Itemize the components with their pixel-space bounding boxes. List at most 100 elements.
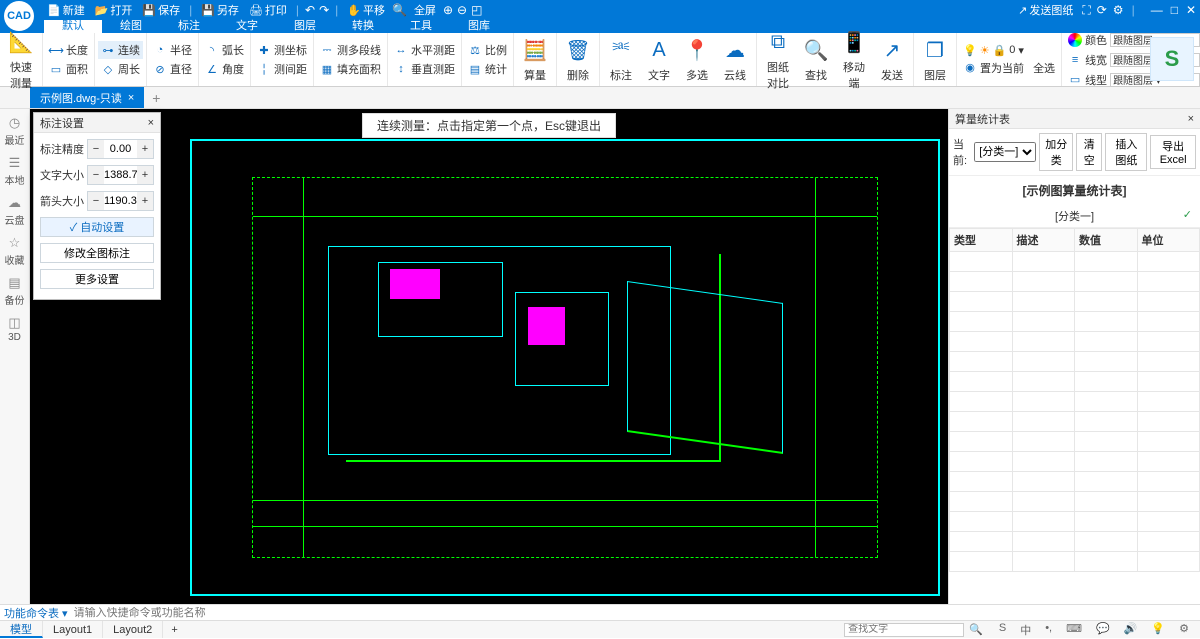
tab-convert[interactable]: 转换 bbox=[334, 20, 392, 33]
panel-close[interactable]: × bbox=[148, 117, 154, 129]
zoom-icon[interactable]: 🔍 bbox=[392, 3, 407, 17]
layout-tab-1[interactable]: Layout1 bbox=[43, 621, 103, 638]
send-drawing-button[interactable]: ↗发送图纸 bbox=[1015, 2, 1076, 18]
radius-button[interactable]: ◔半径 bbox=[150, 41, 195, 59]
status-icon-bulb[interactable]: 💡 bbox=[1146, 622, 1170, 638]
insert-drawing-button[interactable]: 插入图纸 bbox=[1105, 133, 1147, 171]
table-row[interactable] bbox=[950, 352, 1200, 372]
status-icon-1[interactable]: S bbox=[994, 622, 1011, 638]
increase-button[interactable]: + bbox=[137, 166, 153, 184]
refresh-icon[interactable]: ⟳ bbox=[1097, 3, 1107, 17]
summary-button[interactable]: ▤统计 bbox=[465, 60, 510, 78]
canvas[interactable]: 标注设置× 标注精度 −+ 文字大小 −+ 箭头大小 −+ ✓ 自动设置 修改全… bbox=[30, 109, 948, 604]
auto-set-button[interactable]: ✓ 自动设置 bbox=[40, 217, 154, 237]
multi-button[interactable]: 📍多选 bbox=[679, 37, 715, 83]
sidebar-3d[interactable]: ◫3D bbox=[8, 315, 21, 343]
table-row[interactable] bbox=[950, 492, 1200, 512]
close-button[interactable]: ✕ bbox=[1186, 3, 1196, 17]
tab-tools[interactable]: 工具 bbox=[392, 20, 450, 33]
increase-button[interactable]: + bbox=[137, 140, 153, 158]
stats-category-row[interactable]: [分类一]✓ bbox=[949, 205, 1200, 228]
file-tab[interactable]: 示例图.dwg-只读 × bbox=[30, 87, 144, 108]
pan-button[interactable]: ✋平移 bbox=[344, 2, 388, 18]
drawing-viewport[interactable] bbox=[190, 139, 940, 596]
layer-state-row[interactable]: 💡☀🔒0▾ bbox=[960, 43, 1058, 58]
tab-gallery[interactable]: 图库 bbox=[450, 20, 508, 33]
maximize-button[interactable]: □ bbox=[1171, 3, 1178, 17]
zoomout-icon[interactable]: ⊖ bbox=[457, 3, 467, 17]
perimeter-button[interactable]: ◇周长 bbox=[98, 60, 143, 78]
find-go-button[interactable]: 🔍 bbox=[964, 623, 988, 636]
edit-all-button[interactable]: 修改全图标注 bbox=[40, 243, 154, 263]
table-row[interactable] bbox=[950, 292, 1200, 312]
status-icon-zh[interactable]: 中 bbox=[1015, 622, 1036, 638]
polyline-button[interactable]: ⎓测多段线 bbox=[317, 41, 384, 59]
table-row[interactable] bbox=[950, 472, 1200, 492]
send-ribbon-button[interactable]: ↗发送 bbox=[874, 29, 910, 91]
decrease-button[interactable]: − bbox=[88, 140, 104, 158]
file-tab-close[interactable]: × bbox=[128, 92, 134, 104]
textsize-input[interactable]: −+ bbox=[87, 165, 154, 185]
minimize-button[interactable]: — bbox=[1151, 3, 1163, 17]
add-category-button[interactable]: 加分类 bbox=[1039, 133, 1073, 171]
continuous-button[interactable]: ⊶连续 bbox=[98, 41, 143, 59]
table-row[interactable] bbox=[950, 452, 1200, 472]
layer-button[interactable]: ❐图层 bbox=[917, 37, 953, 83]
increase-button[interactable]: + bbox=[137, 192, 153, 210]
cloud-button[interactable]: ☁云线 bbox=[717, 37, 753, 83]
expand-icon[interactable]: ⛶ bbox=[1082, 3, 1090, 18]
gap-button[interactable]: ╎测间距 bbox=[254, 60, 310, 78]
open-button[interactable]: 📂打开 bbox=[92, 2, 136, 18]
sidebar-recent[interactable]: ◷最近 bbox=[5, 115, 25, 147]
arrowsize-input[interactable]: −+ bbox=[87, 191, 154, 211]
table-row[interactable] bbox=[950, 412, 1200, 432]
tab-default[interactable]: 默认 bbox=[44, 20, 102, 33]
table-row[interactable] bbox=[950, 252, 1200, 272]
sidebar-cloud[interactable]: ☁云盘 bbox=[5, 195, 25, 227]
command-menu-button[interactable]: 功能命令表 ▾ bbox=[4, 605, 68, 621]
length-button[interactable]: ⟷长度 bbox=[46, 41, 91, 59]
add-layout-button[interactable]: + bbox=[163, 624, 185, 636]
tab-annotate[interactable]: 标注 bbox=[160, 20, 218, 33]
more-settings-button[interactable]: 更多设置 bbox=[40, 269, 154, 289]
saveas-button[interactable]: 💾另存 bbox=[198, 2, 242, 18]
diameter-button[interactable]: ⊘直径 bbox=[150, 60, 195, 78]
stats-panel-close[interactable]: × bbox=[1188, 113, 1194, 125]
compare-button[interactable]: ⧉图纸对比 bbox=[760, 29, 796, 91]
category-select[interactable]: [分类一] bbox=[974, 142, 1036, 162]
table-row[interactable] bbox=[950, 512, 1200, 532]
precision-input[interactable]: −+ bbox=[87, 139, 154, 159]
table-row[interactable] bbox=[950, 372, 1200, 392]
settings-icon[interactable]: ⚙ bbox=[1113, 3, 1124, 17]
tab-draw[interactable]: 绘图 bbox=[102, 20, 160, 33]
horiz-dist-button[interactable]: ↔水平测距 bbox=[391, 41, 458, 59]
vert-dist-button[interactable]: ↕垂直测距 bbox=[391, 60, 458, 78]
export-excel-button[interactable]: 导出Excel bbox=[1150, 135, 1196, 169]
layout-tab-model[interactable]: 模型 bbox=[0, 621, 43, 638]
table-row[interactable] bbox=[950, 312, 1200, 332]
delete-button[interactable]: 🗑删除 bbox=[560, 37, 596, 83]
coord-button[interactable]: ✚测坐标 bbox=[254, 41, 310, 59]
table-row[interactable] bbox=[950, 392, 1200, 412]
find-button[interactable]: 🔍查找 bbox=[798, 29, 834, 91]
sidebar-fav[interactable]: ☆收藏 bbox=[5, 235, 25, 267]
table-row[interactable] bbox=[950, 432, 1200, 452]
zoomwin-icon[interactable]: ◰ bbox=[471, 3, 482, 17]
table-row[interactable] bbox=[950, 532, 1200, 552]
select-all-link[interactable]: 全选 bbox=[1033, 60, 1055, 76]
save-button[interactable]: 💾保存 bbox=[139, 2, 183, 18]
sidebar-backup[interactable]: ▤备份 bbox=[5, 275, 25, 307]
add-file-tab[interactable]: + bbox=[144, 87, 168, 108]
annot-button[interactable]: ⎃标注 bbox=[603, 37, 639, 83]
table-row[interactable] bbox=[950, 332, 1200, 352]
angle-button[interactable]: ∠角度 bbox=[202, 60, 247, 78]
fullscreen-button[interactable]: 全屏 bbox=[411, 2, 439, 18]
areafill-button[interactable]: ▦填充面积 bbox=[317, 60, 384, 78]
status-icon-kb[interactable]: ⌨ bbox=[1061, 622, 1087, 638]
tab-layer[interactable]: 图层 bbox=[276, 20, 334, 33]
clear-button[interactable]: 清空 bbox=[1076, 133, 1102, 171]
text-button[interactable]: A文字 bbox=[641, 37, 677, 83]
quick-measure-button[interactable]: 📐 快速测量 bbox=[3, 29, 39, 91]
sidebar-local[interactable]: ☰本地 bbox=[5, 155, 25, 187]
table-row[interactable] bbox=[950, 272, 1200, 292]
